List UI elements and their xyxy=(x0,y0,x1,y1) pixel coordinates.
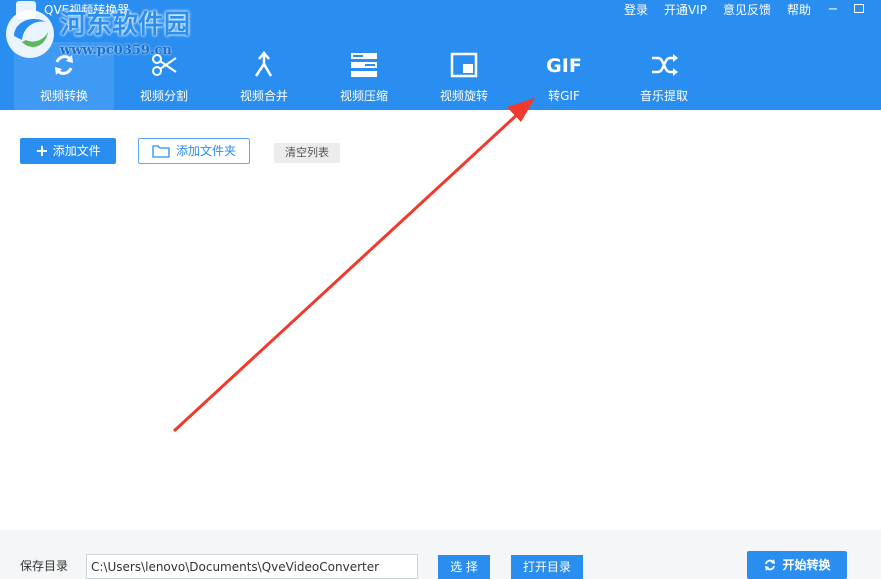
save-path-input[interactable] xyxy=(86,554,418,579)
watermark: 河东软件园 www.pc0359.cn xyxy=(0,0,210,70)
maximize-button[interactable] xyxy=(851,3,867,17)
add-file-label: 添加文件 xyxy=(52,144,101,158)
vip-link[interactable]: 开通VIP xyxy=(664,2,707,18)
tab-label: 转GIF xyxy=(548,89,580,103)
tab-to-gif[interactable]: GIF 转GIF xyxy=(514,42,614,110)
compress-icon xyxy=(351,53,377,77)
feedback-link[interactable]: 意见反馈 xyxy=(723,2,771,18)
add-folder-label: 添加文件夹 xyxy=(175,144,236,158)
gif-icon: GIF xyxy=(546,55,582,77)
rotate-icon xyxy=(450,52,478,78)
add-file-button[interactable]: + 添加文件 xyxy=(20,138,116,164)
help-link[interactable]: 帮助 xyxy=(787,2,811,18)
login-link[interactable]: 登录 xyxy=(624,2,648,18)
watermark-logo-icon xyxy=(6,10,54,58)
tab-label: 视频分割 xyxy=(139,89,188,103)
tab-video-compress[interactable]: 视频压缩 xyxy=(314,42,414,110)
merge-icon xyxy=(254,51,273,77)
plus-icon: + xyxy=(35,141,49,160)
start-convert-label: 开始转换 xyxy=(782,558,831,572)
tab-label: 视频合并 xyxy=(239,89,288,103)
tab-label: 视频旋转 xyxy=(439,89,488,103)
open-dir-button[interactable]: 打开目录 xyxy=(511,555,583,579)
watermark-url: www.pc0359.cn xyxy=(60,43,172,58)
tab-label: 音乐提取 xyxy=(639,89,688,103)
minimize-button[interactable]: − xyxy=(825,3,841,17)
shuffle-icon xyxy=(652,54,678,76)
file-list-area xyxy=(0,170,881,530)
convert-icon xyxy=(765,559,776,571)
folder-icon xyxy=(152,145,170,158)
tab-video-rotate[interactable]: 视频旋转 xyxy=(414,42,514,110)
choose-dir-button[interactable]: 选 择 xyxy=(438,555,490,579)
watermark-title: 河东软件园 xyxy=(60,10,191,40)
save-dir-label: 保存目录 xyxy=(20,559,69,573)
maximize-icon xyxy=(854,4,864,13)
tab-video-merge[interactable]: 视频合并 xyxy=(214,42,314,110)
svg-text:GIF: GIF xyxy=(546,55,582,77)
start-convert-button[interactable]: 开始转换 xyxy=(747,551,847,579)
tab-label: 视频转换 xyxy=(39,89,88,103)
tab-label: 视频压缩 xyxy=(339,89,388,103)
top-links: 登录 开通VIP 意见反馈 帮助 xyxy=(624,2,811,18)
footer-bar: 保存目录 选 择 打开目录 开始转换 xyxy=(0,530,881,579)
clear-list-button[interactable]: 清空列表 xyxy=(274,143,340,163)
add-folder-button[interactable]: 添加文件夹 xyxy=(138,138,250,164)
tab-audio-extract[interactable]: 音乐提取 xyxy=(614,42,714,110)
